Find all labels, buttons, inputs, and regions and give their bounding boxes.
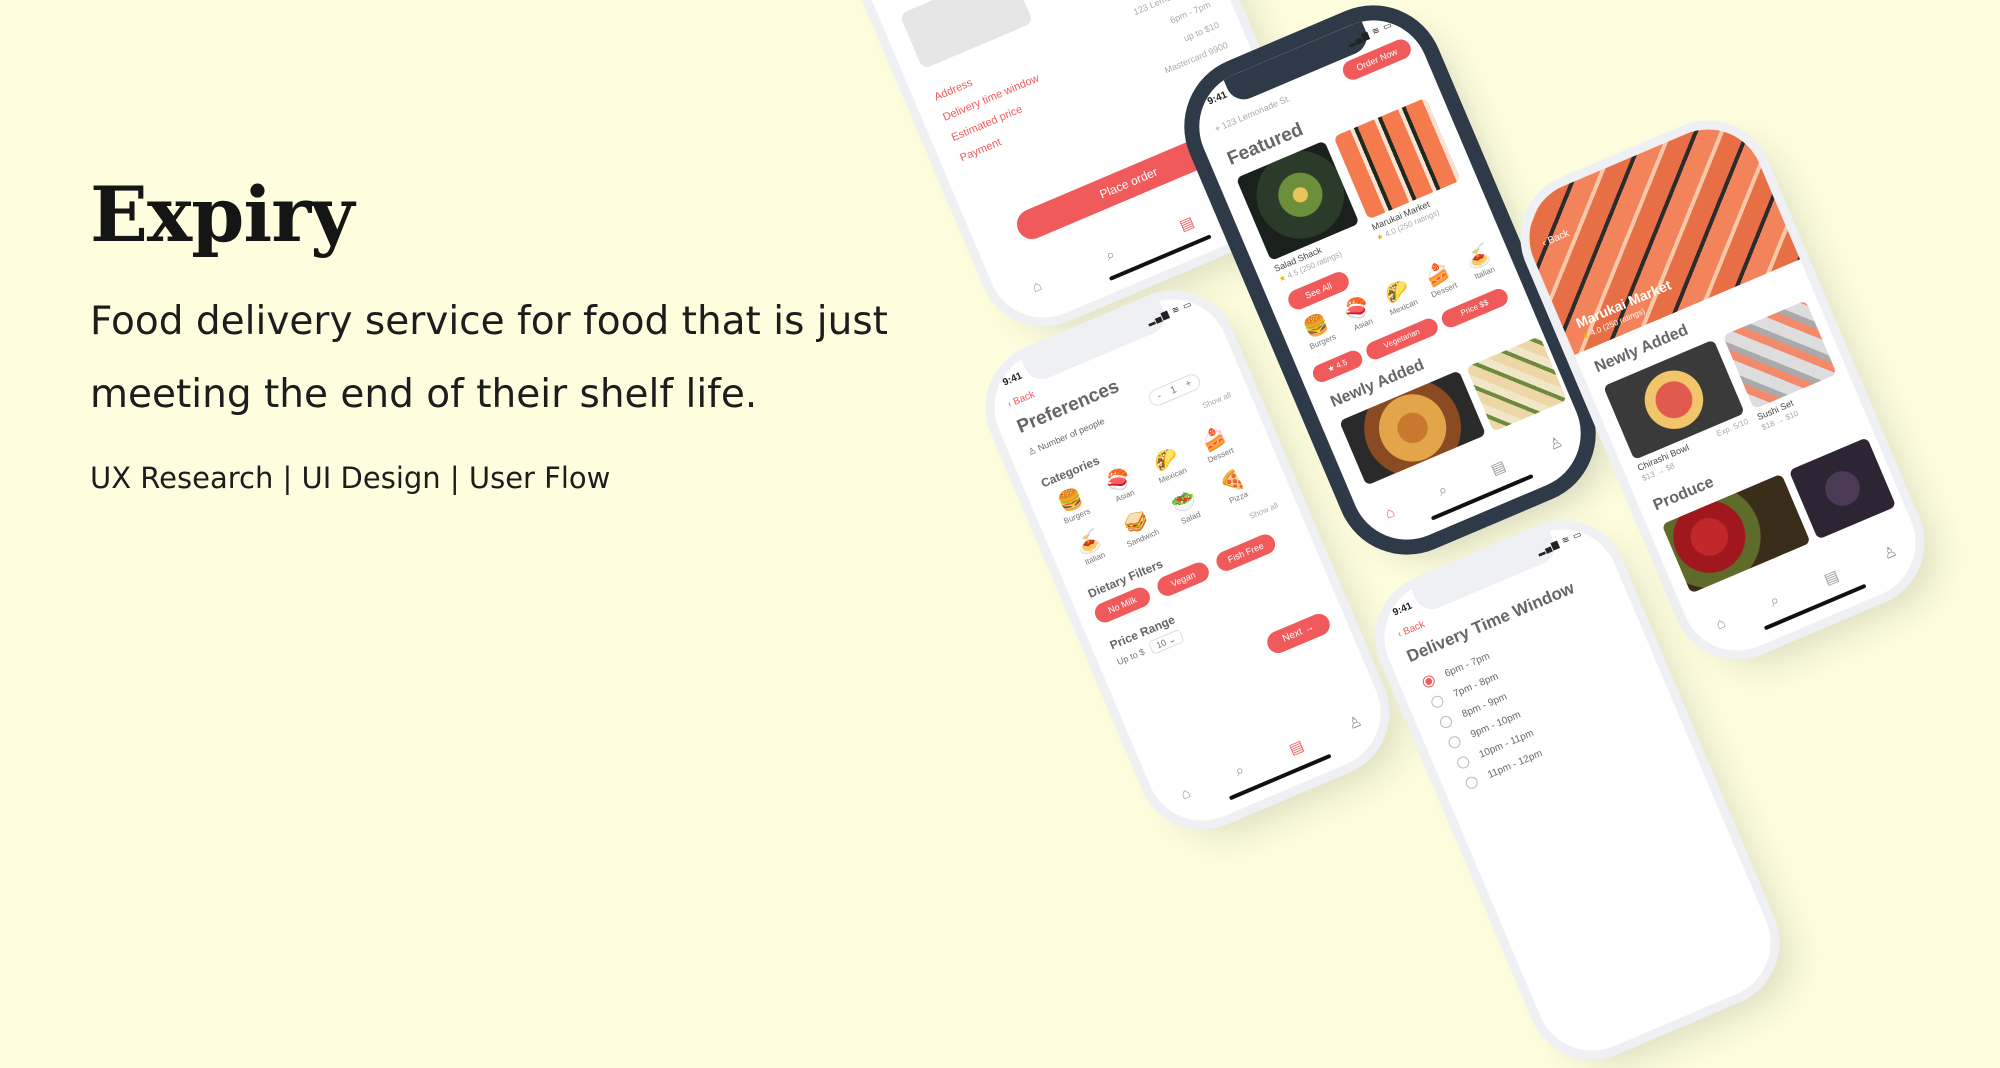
status-time: 9:41 (1001, 370, 1024, 389)
search-icon[interactable]: ⌕ (1103, 246, 1118, 266)
home-icon[interactable]: ⌂ (1382, 503, 1397, 523)
radio (1446, 734, 1463, 751)
chevron-down-icon: ⌄ (1166, 633, 1178, 646)
tab-bar: ⌂ ⌕ ▤ ♙ (1155, 702, 1388, 814)
newly-added-image[interactable] (1466, 335, 1568, 432)
status-time: 9:41 (1391, 600, 1414, 619)
search-icon[interactable]: ⌕ (1436, 481, 1451, 501)
category-dessert[interactable]: 🍰 Dessert (1187, 420, 1244, 469)
rating-filter[interactable]: ★ 4.5 (1310, 347, 1366, 385)
orders-icon[interactable]: ▤ (1821, 566, 1842, 588)
project-tags: UX Research | UI Design | User Flow (90, 461, 611, 495)
category-sandwich[interactable]: 🥪 Sandwich (1110, 503, 1167, 552)
stepper-value: 1 (1168, 384, 1179, 397)
price-filter[interactable]: Price $$ (1438, 286, 1511, 331)
arrow-right-icon: → (1302, 621, 1316, 636)
search-icon[interactable]: ⌕ (1233, 761, 1248, 781)
category-asian[interactable]: 🍣 Asian (1092, 460, 1149, 509)
category-burgers[interactable]: 🍔 Burgers (1044, 481, 1101, 530)
radio (1429, 693, 1446, 710)
profile-icon[interactable]: ♙ (1880, 542, 1900, 563)
next-button[interactable]: Next → (1263, 610, 1334, 657)
profile-icon[interactable]: ♙ (1345, 712, 1365, 733)
show-all-link[interactable]: Show all (1248, 501, 1279, 521)
status-time: 9:41 (1206, 89, 1229, 108)
stepper-minus[interactable]: - (1156, 391, 1163, 402)
app-description: Food delivery service for food that is j… (90, 299, 888, 417)
categories-heading: Categories (1038, 453, 1102, 491)
people-stepper[interactable]: - 1 + (1146, 371, 1204, 409)
back-button[interactable]: ‹ Back (1006, 389, 1036, 410)
featured-card-image[interactable] (1333, 97, 1461, 220)
home-icon[interactable]: ⌂ (1713, 614, 1728, 634)
category-pizza[interactable]: 🍕 Pizza (1205, 462, 1262, 511)
search-icon[interactable]: ⌕ (1768, 591, 1783, 611)
category-italian[interactable]: 🍝 Italian (1062, 523, 1119, 572)
time-options: 6pm - 7pm 7pm - 8pm 8pm - 9pm 9pm - 10pm… (1420, 646, 1548, 800)
radio (1463, 774, 1480, 791)
hero: Expiry Food delivery service for food th… (90, 170, 910, 495)
radio (1455, 754, 1472, 771)
item-image[interactable] (1722, 300, 1837, 410)
app-title: Expiry (90, 170, 354, 259)
produce-image[interactable] (1788, 437, 1897, 540)
radio-selected (1420, 673, 1437, 690)
category-salad[interactable]: 🥗 Salad (1158, 482, 1215, 531)
show-all-link[interactable]: Show all (1201, 390, 1232, 410)
back-button[interactable]: ‹ Back (1396, 619, 1426, 640)
radio (1438, 714, 1454, 730)
filter-fish-free[interactable]: Fish Free (1213, 531, 1279, 574)
home-icon[interactable]: ⌂ (1178, 784, 1193, 804)
orders-icon[interactable]: ▤ (1177, 213, 1197, 234)
profile-icon[interactable]: ♙ (1546, 432, 1566, 454)
person-icon: ♙ (1026, 444, 1038, 458)
stepper-plus[interactable]: + (1184, 378, 1194, 390)
category-mexican[interactable]: 🌮 Mexican (1140, 440, 1197, 489)
orders-icon[interactable]: ▤ (1488, 457, 1509, 478)
orders-icon[interactable]: ▤ (1286, 736, 1307, 758)
home-icon[interactable]: ⌂ (1029, 277, 1044, 297)
